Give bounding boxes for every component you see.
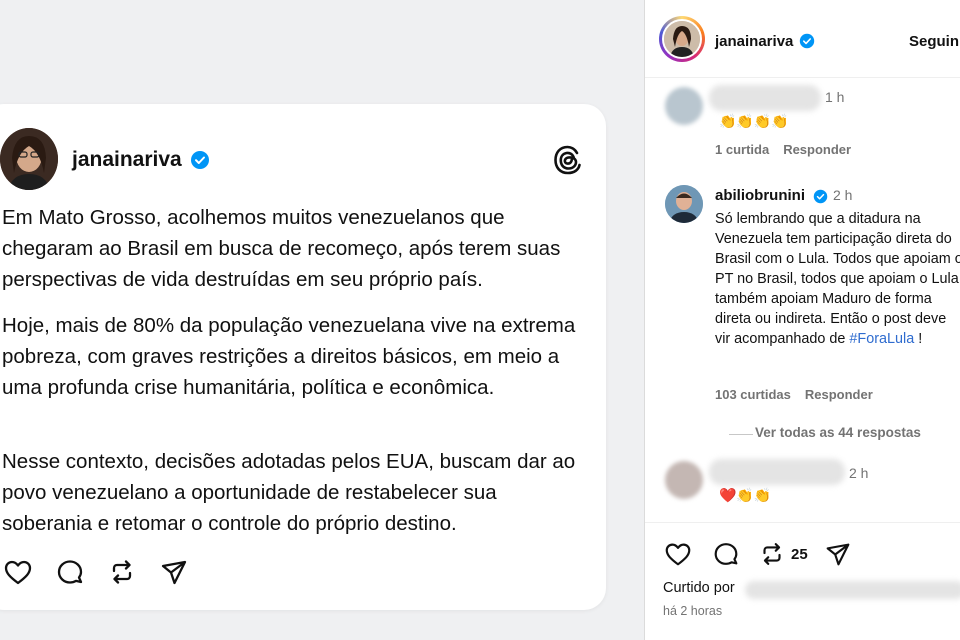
comments-list: 1 h 👏👏👏👏 1 curtida Responder abiliobrunin… — [645, 79, 960, 521]
comment-time: 2 h — [833, 187, 853, 203]
panel-actions: 25 Curtido por há 2 horas — [645, 522, 960, 640]
blurred-username — [709, 459, 845, 485]
author-avatar[interactable] — [0, 128, 58, 190]
comment-emojis: ❤️👏👏 — [719, 487, 772, 503]
comment-time: 1 h — [825, 89, 845, 105]
comment-likes[interactable]: 103 curtidas — [715, 387, 791, 402]
liked-by-text: Curtido por — [663, 580, 735, 596]
comment-likes[interactable]: 1 curtida — [715, 142, 769, 157]
header-username[interactable]: janainariva — [715, 33, 793, 50]
reply-button[interactable]: Responder — [805, 387, 873, 402]
post-paragraph: Nesse contexto, decisões adotadas pelos … — [2, 450, 576, 535]
comment-time: 2 h — [849, 465, 869, 481]
comment-body: Só lembrando que a ditadura na Venezuela… — [715, 211, 960, 347]
comment-icon[interactable] — [711, 539, 741, 569]
comment-text: Só lembrando que a ditadura na Venezuela… — [715, 209, 960, 349]
comments-panel: janainariva Seguin 1 h 👏👏👏👏 1 curtida Res… — [644, 0, 960, 640]
profile-avatar[interactable] — [662, 19, 702, 59]
hashtag-link[interactable]: #ForaLula — [849, 331, 914, 347]
like-icon[interactable] — [663, 539, 693, 569]
blurred-liked-by-user — [745, 581, 960, 599]
verified-badge-icon — [191, 151, 209, 169]
view-replies-button[interactable]: Ver todas as 44 respostas — [755, 425, 921, 440]
panel-header: janainariva Seguin — [645, 0, 960, 78]
follow-button[interactable]: Seguin — [909, 33, 959, 50]
comment-meta: 1 curtida Responder — [715, 142, 865, 157]
reply-button[interactable]: Responder — [783, 142, 851, 157]
post-paragraph: Em Mato Grosso, acolhemos muitos venezue… — [2, 206, 561, 291]
author-username[interactable]: janainariva — [72, 148, 182, 172]
repost-count: 25 — [791, 546, 808, 563]
threads-post-card: janainariva Em Mato Grosso, acolhemos mu… — [0, 104, 606, 610]
post-time: há 2 horas — [663, 604, 723, 618]
repost-icon[interactable] — [757, 539, 787, 569]
commenter-username[interactable]: abiliobrunini — [715, 187, 805, 204]
share-icon[interactable] — [158, 556, 190, 588]
comment-emojis: 👏👏👏👏 — [719, 113, 789, 129]
comment-meta: 103 curtidas Responder — [715, 387, 887, 402]
heart-icon[interactable] — [2, 556, 34, 588]
story-ring[interactable] — [659, 16, 705, 62]
commenter-avatar[interactable] — [665, 87, 703, 125]
verified-badge-icon — [813, 189, 828, 204]
post-media: janainariva Em Mato Grosso, acolhemos mu… — [0, 0, 644, 640]
comment-body-end: ! — [914, 331, 923, 347]
threads-logo-icon — [554, 145, 581, 175]
commenter-avatar[interactable] — [665, 461, 703, 499]
post-paragraph: Hoje, mais de 80% da população venezuela… — [2, 314, 576, 399]
repost-icon[interactable] — [106, 556, 138, 588]
blurred-username — [709, 85, 821, 111]
replies-divider — [729, 434, 753, 435]
verified-badge-icon — [799, 33, 815, 49]
share-icon[interactable] — [823, 539, 853, 569]
commenter-avatar[interactable] — [665, 185, 703, 223]
comment-icon[interactable] — [54, 556, 86, 588]
